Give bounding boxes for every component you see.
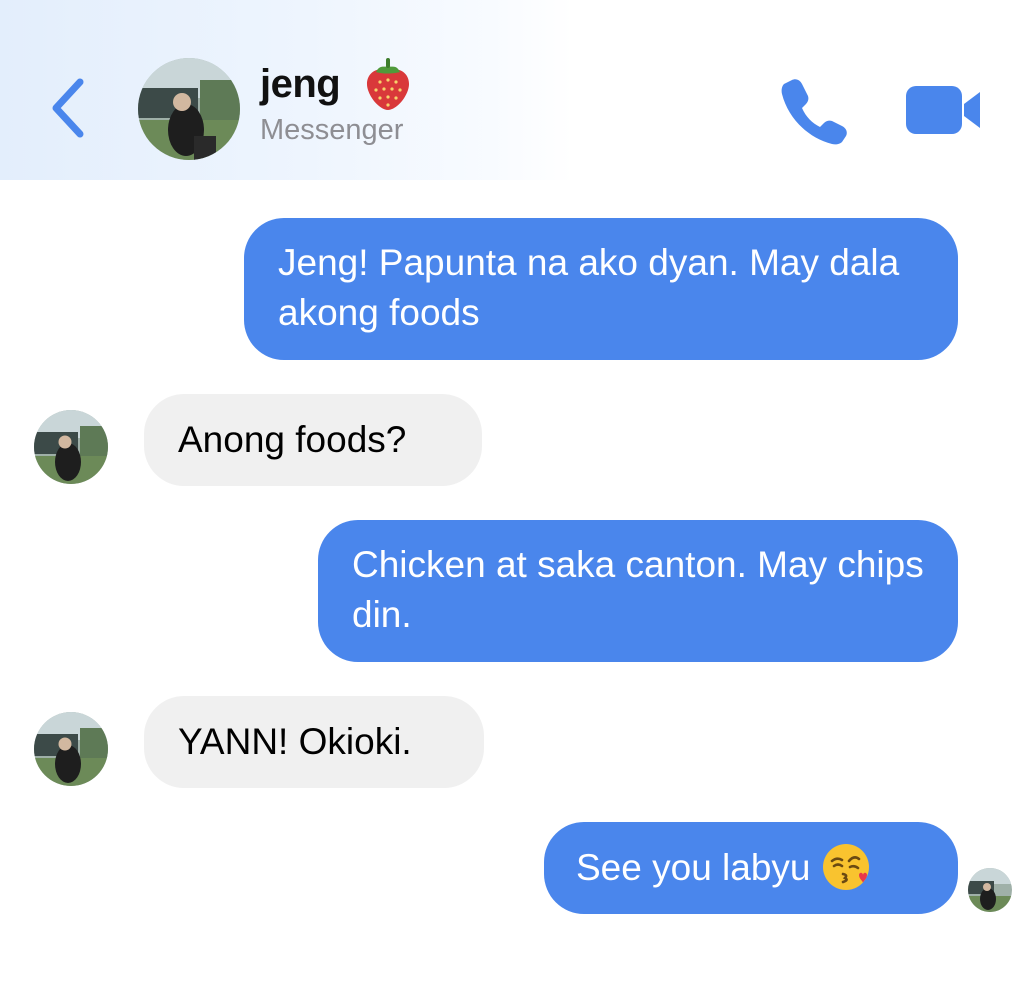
message-text: See you labyu bbox=[576, 847, 811, 888]
video-camera-icon bbox=[906, 86, 980, 134]
audio-call-button[interactable] bbox=[778, 74, 850, 146]
contact-name[interactable]: jeng bbox=[260, 62, 341, 107]
message-bubble-incoming[interactable]: YANN! Okioki. bbox=[144, 696, 484, 788]
strawberry-icon bbox=[362, 56, 414, 112]
contact-avatar[interactable] bbox=[138, 58, 240, 160]
message-bubble-incoming[interactable]: Anong foods? bbox=[144, 394, 482, 486]
message-text: YANN! Okioki. bbox=[178, 721, 412, 762]
contact-subtitle: Messenger bbox=[260, 114, 404, 146]
kissing-heart-icon bbox=[821, 842, 871, 892]
video-call-button[interactable] bbox=[904, 82, 984, 138]
chevron-left-icon bbox=[52, 78, 84, 138]
sender-avatar[interactable] bbox=[34, 410, 108, 484]
message-text: Jeng! Papunta na ako dyan. May dala akon… bbox=[278, 242, 900, 333]
message-bubble-outgoing[interactable]: Chicken at saka canton. May chips din. bbox=[318, 520, 958, 662]
seen-avatar bbox=[968, 868, 1012, 912]
message-text: Chicken at saka canton. May chips din. bbox=[352, 544, 924, 635]
message-bubble-outgoing[interactable]: See you labyu bbox=[544, 822, 958, 914]
back-button[interactable] bbox=[44, 76, 94, 140]
sender-avatar[interactable] bbox=[34, 712, 108, 786]
message-bubble-outgoing[interactable]: Jeng! Papunta na ako dyan. May dala akon… bbox=[244, 218, 958, 360]
phone-icon bbox=[781, 79, 847, 145]
message-text: Anong foods? bbox=[178, 419, 407, 460]
chat-header: jeng Messenger bbox=[0, 0, 1024, 180]
